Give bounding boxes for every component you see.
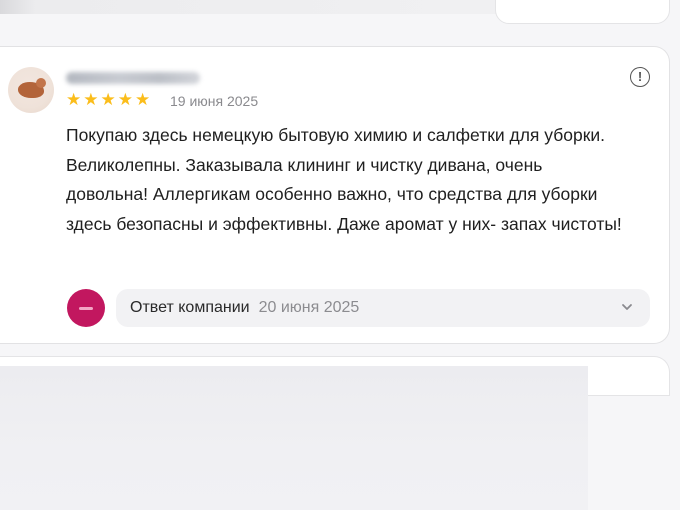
info-icon[interactable]: ! [630, 67, 650, 87]
chevron-down-icon [622, 304, 632, 310]
company-answer-label: Ответ компании [130, 299, 250, 316]
author-name-blurred [66, 72, 200, 84]
star-icon: ★ [117, 90, 133, 109]
page: ★ ★ ★ ★ ★ 19 июня 2025 ! Покупаю здесь н… [0, 0, 680, 510]
company-logo [67, 289, 105, 327]
review-card: ★ ★ ★ ★ ★ 19 июня 2025 ! Покупаю здесь н… [0, 46, 670, 344]
previous-card-edge [495, 0, 670, 24]
star-icon: ★ [66, 90, 82, 109]
star-icon: ★ [135, 90, 151, 109]
blank-overlay-area [0, 366, 588, 510]
review-text: Покупаю здесь немецкую бытовую химию и с… [66, 125, 622, 234]
rating-stars: ★ ★ ★ ★ ★ [66, 91, 150, 108]
star-icon: ★ [100, 90, 116, 109]
review-date: 19 июня 2025 [170, 93, 259, 109]
company-answer-date: 20 июня 2025 [258, 299, 360, 316]
star-icon: ★ [83, 90, 99, 109]
avatar-animal-image [18, 78, 46, 98]
author-avatar[interactable] [8, 67, 54, 113]
company-answer-toggle[interactable]: Ответ компании 20 июня 2025 [116, 289, 650, 327]
